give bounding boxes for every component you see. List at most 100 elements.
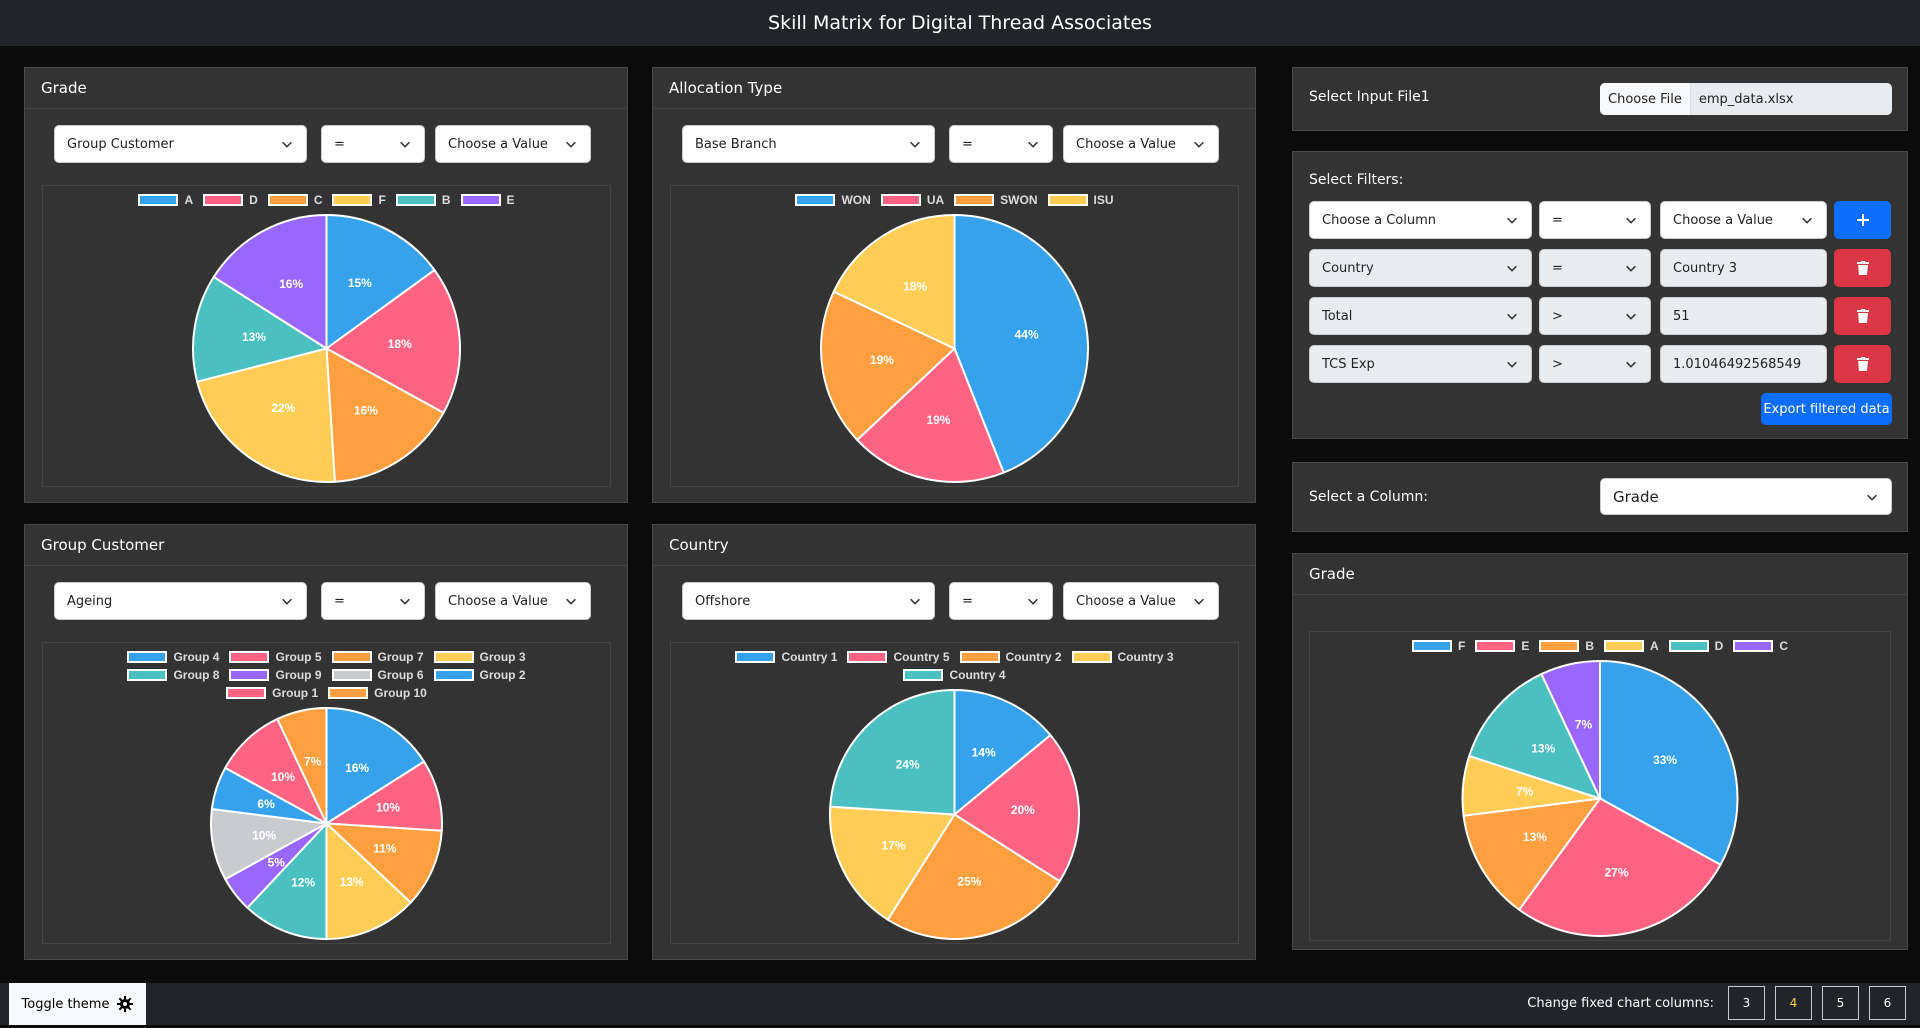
slice-percent-label: 16% — [354, 403, 378, 417]
legend-swatch — [954, 194, 995, 206]
column-select[interactable]: Offshore — [682, 582, 935, 620]
columns-6-button[interactable]: 6 — [1869, 986, 1906, 1020]
slice-percent-label: 16% — [279, 277, 303, 291]
add-filter-button[interactable] — [1834, 201, 1891, 239]
choose-file-button[interactable]: Choose File — [1600, 83, 1691, 115]
legend-item[interactable]: C — [1733, 639, 1788, 653]
legend-item[interactable]: D — [1668, 639, 1723, 653]
value-select[interactable]: Choose a Value — [435, 125, 591, 163]
chevron-down-icon — [400, 598, 410, 605]
chart-card: Grade F E B A D C 33% 27% 13% 7% 13% 7% — [1292, 553, 1908, 950]
legend-swatch — [1411, 640, 1452, 652]
legend-item[interactable]: B — [395, 193, 451, 207]
legend-item[interactable]: WON — [795, 193, 871, 207]
select-value: Offshore — [695, 593, 751, 609]
new-filter-column-select[interactable]: Choose a Column — [1309, 201, 1532, 239]
value-select[interactable]: Choose a Value — [1063, 125, 1219, 163]
legend-label: Group 3 — [479, 650, 526, 664]
columns-4-button[interactable]: 4 — [1775, 986, 1812, 1020]
column-select[interactable]: Base Branch — [682, 125, 935, 163]
legend-item[interactable]: C — [267, 193, 322, 207]
filter-value-field[interactable]: 1.01046492568549 — [1660, 345, 1827, 383]
legend-label: Group 4 — [173, 650, 220, 664]
chart-card: Group Customer Ageing = Choose a Value G… — [24, 524, 628, 960]
slice-percent-label: 33% — [1653, 753, 1677, 767]
filter-column-select[interactable]: Total — [1309, 297, 1532, 335]
legend-item[interactable]: E — [460, 193, 515, 207]
legend-item[interactable]: A — [1604, 639, 1659, 653]
legend-swatch — [127, 651, 168, 663]
legend-item[interactable]: Group 2 — [433, 668, 526, 682]
select-value: Choose a Column — [1322, 212, 1437, 228]
delete-filter-button[interactable] — [1834, 345, 1891, 383]
legend-item[interactable]: Group 6 — [331, 668, 424, 682]
legend-item[interactable]: UA — [880, 193, 944, 207]
export-filtered-data-button[interactable]: Export filtered data — [1761, 393, 1892, 425]
legend-item[interactable]: Country 3 — [1071, 650, 1174, 664]
legend-item[interactable]: SWON — [954, 193, 1038, 207]
slice-percent-label: 13% — [242, 330, 266, 344]
toggle-theme-button[interactable]: Toggle theme — [9, 983, 146, 1025]
legend-item[interactable]: ISU — [1047, 193, 1114, 207]
legend-item[interactable]: Country 1 — [735, 650, 837, 664]
legend-swatch — [267, 194, 308, 206]
chart-legend: ADCFBE — [78, 186, 574, 211]
chevron-down-icon — [910, 598, 920, 605]
legend-item[interactable]: Group 4 — [127, 650, 219, 664]
operator-select[interactable]: = — [949, 125, 1053, 163]
legend-label: A — [184, 193, 194, 207]
chart-column-select[interactable]: Grade — [1600, 478, 1892, 515]
chevron-down-icon — [1802, 217, 1812, 224]
legend-label: Group 8 — [173, 668, 220, 682]
filter-operator-select[interactable]: = — [1539, 249, 1651, 287]
legend-item[interactable]: Country 2 — [959, 650, 1062, 664]
filter-value-field[interactable]: Country 3 — [1660, 249, 1827, 287]
slice-percent-label: 44% — [1015, 328, 1039, 342]
legend-item[interactable]: B — [1539, 639, 1594, 653]
operator-select[interactable]: = — [321, 582, 425, 620]
pie-svg: 33% 27% 13% 7% 13% 7% — [1461, 659, 1739, 937]
select-value: Group Customer — [67, 136, 174, 152]
legend-item[interactable]: Group 7 — [331, 650, 424, 664]
filter-value-field[interactable]: 51 — [1660, 297, 1827, 335]
legend-label: Group 5 — [275, 650, 322, 664]
legend-item[interactable]: Country 5 — [847, 650, 950, 664]
select-value: Grade — [1613, 487, 1659, 506]
pie-slice-country-4[interactable] — [829, 688, 956, 816]
legend-item[interactable]: Group 8 — [127, 668, 219, 682]
legend-item[interactable]: F — [1411, 639, 1465, 653]
legend-swatch — [433, 651, 474, 663]
column-select[interactable]: Ageing — [54, 582, 307, 620]
slice-percent-label: 10% — [271, 770, 295, 784]
legend-item[interactable]: Group 9 — [229, 668, 322, 682]
new-filter-value-select[interactable]: Choose a Value — [1660, 201, 1827, 239]
legend-item[interactable]: Group 10 — [328, 686, 427, 700]
legend-item[interactable]: F — [332, 193, 386, 207]
value-select[interactable]: Choose a Value — [435, 582, 591, 620]
delete-filter-button[interactable] — [1834, 297, 1891, 335]
value-select[interactable]: Choose a Value — [1063, 582, 1219, 620]
legend-item[interactable]: Group 1 — [226, 686, 318, 700]
filter-operator-select[interactable]: > — [1539, 345, 1651, 383]
delete-filter-button[interactable] — [1834, 249, 1891, 287]
new-filter-operator-select[interactable]: = — [1539, 201, 1651, 239]
filter-operator-select[interactable]: > — [1539, 297, 1651, 335]
columns-3-button[interactable]: 3 — [1728, 986, 1765, 1020]
legend-label: SWON — [1000, 193, 1038, 207]
operator-select[interactable]: = — [949, 582, 1053, 620]
filter-column-select[interactable]: TCS Exp — [1309, 345, 1532, 383]
column-select[interactable]: Group Customer — [54, 125, 307, 163]
legend-item[interactable]: D — [203, 193, 258, 207]
select-value: Choose a Value — [448, 136, 548, 152]
columns-5-button[interactable]: 5 — [1822, 986, 1859, 1020]
legend-item[interactable]: Group 5 — [229, 650, 322, 664]
legend-item[interactable]: Country 4 — [903, 668, 1006, 682]
legend-item[interactable]: Group 3 — [433, 650, 526, 664]
file-input[interactable]: Choose File emp_data.xlsx — [1600, 83, 1892, 115]
operator-select[interactable]: = — [321, 125, 425, 163]
legend-item[interactable]: A — [138, 193, 193, 207]
chevron-down-icon — [282, 141, 292, 148]
legend-item[interactable]: E — [1475, 639, 1529, 653]
chart-card: Allocation Type Base Branch = Choose a V… — [652, 67, 1256, 503]
filter-column-select[interactable]: Country — [1309, 249, 1532, 287]
